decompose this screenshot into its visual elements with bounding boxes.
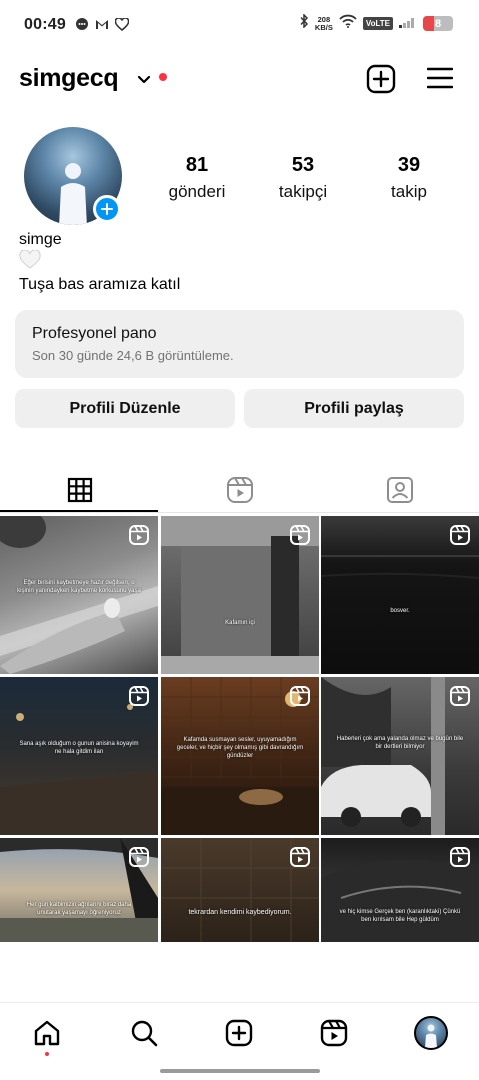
add-story-button[interactable] — [93, 195, 121, 223]
network-speed-unit: KB/S — [314, 22, 333, 32]
dashboard-subtitle: Son 30 günde 24,6 B görüntüleme. — [32, 348, 234, 363]
nav-profile[interactable] — [413, 1015, 449, 1051]
profile-avatar-small — [414, 1016, 448, 1050]
stat-posts[interactable]: 81 gönderi — [142, 154, 252, 202]
profile-bio: Tuşa bas aramıza katıl — [19, 276, 181, 293]
notification-dot — [159, 73, 167, 81]
stat-following-value: 39 — [397, 154, 421, 176]
dashboard-title: Profesyonel pano — [32, 325, 157, 342]
tile-caption: Sana aşık olduğum o gunun anisina koyayi… — [19, 741, 139, 756]
reel-badge-icon — [450, 847, 470, 872]
plus-icon — [101, 203, 113, 215]
nav-reels[interactable] — [318, 1017, 350, 1049]
heart-outline-icon — [115, 17, 129, 31]
tile-caption: tekrardan kendimi kaybediyorum. — [188, 908, 292, 916]
grid-icon — [67, 477, 93, 503]
home-activity-dot — [45, 1052, 49, 1056]
tile-caption: Eğer birisini kaybetmeye hazır değilsen,… — [17, 580, 141, 595]
share-profile-button[interactable]: Profili paylaş — [244, 389, 464, 428]
profile-header: simgecq — [0, 58, 479, 102]
wifi-icon — [339, 14, 357, 33]
stat-followers[interactable]: 53 takipçi — [248, 154, 358, 202]
profile-name: simge — [19, 231, 62, 248]
white-heart-emoji — [19, 249, 41, 275]
battery-level: 8 — [434, 17, 442, 30]
reel-badge-icon — [290, 525, 310, 550]
professional-dashboard-card[interactable]: Profesyonel pano Son 30 günde 24,6 B gör… — [15, 310, 464, 378]
gesture-home-bar[interactable] — [160, 1069, 320, 1073]
plus-square-icon[interactable] — [366, 64, 396, 99]
post-tile[interactable]: Sana aşık olduğum o gunun anisina koyayi… — [0, 677, 158, 835]
reels-nav-icon — [320, 1019, 348, 1047]
bottom-navigation — [0, 1002, 479, 1060]
reel-badge-icon — [450, 686, 470, 711]
post-tile[interactable]: Eğer birisini kaybetmeye hazır değilsen,… — [0, 516, 158, 674]
search-icon — [131, 1020, 158, 1047]
reel-badge-icon — [129, 525, 149, 550]
menu-icon[interactable] — [426, 66, 454, 95]
post-tile[interactable]: bosver. — [321, 516, 479, 674]
volte-badge: VoLTE — [362, 17, 393, 30]
reel-badge-icon — [290, 686, 310, 711]
post-tile[interactable]: Her gün kalbimizin ağrılarını biraz daha… — [0, 838, 158, 942]
chevron-down-icon[interactable] — [137, 72, 151, 90]
reel-badge-icon — [290, 847, 310, 872]
post-tile[interactable]: Kafamın içi — [161, 516, 319, 674]
nav-search[interactable] — [128, 1017, 160, 1049]
stat-posts-label: gönderi — [168, 182, 226, 201]
edit-profile-button[interactable]: Profili Düzenle — [15, 389, 235, 428]
username-switcher[interactable]: simgecq — [19, 64, 119, 93]
create-icon — [225, 1019, 253, 1047]
reel-badge-icon — [129, 686, 149, 711]
stat-following-label: takip — [391, 182, 427, 201]
post-tile[interactable]: Kafamda susmayan sesler, uyuyamadığım ge… — [161, 677, 319, 835]
stat-followers-label: takipçi — [278, 182, 328, 201]
tab-reels[interactable] — [160, 468, 320, 512]
network-speed: 208 KB/S — [314, 15, 333, 32]
tabs-divider — [0, 512, 479, 513]
reel-badge-icon — [450, 525, 470, 550]
tagged-icon — [387, 477, 413, 503]
tile-caption: Haberleri çok ama yalanda olmaz ve bugün… — [336, 736, 464, 751]
stat-followers-value: 53 — [291, 154, 315, 176]
tab-tagged[interactable] — [320, 468, 479, 512]
stat-following[interactable]: 39 takip — [354, 154, 464, 202]
status-time: 00:49 — [24, 16, 66, 33]
status-notification-icons — [75, 17, 129, 31]
tile-caption: Kafamda susmayan sesler, uyuyamadığım ge… — [176, 737, 304, 760]
home-icon — [34, 1020, 60, 1046]
tile-caption: ve hiç kimse Gerçek ben (karanlıktaki) Ç… — [339, 909, 461, 923]
status-right-icons: 208 KB/S VoLTE 8 — [299, 13, 453, 33]
reels-icon — [227, 477, 253, 503]
nav-create[interactable] — [223, 1017, 255, 1049]
status-bar: 00:49 208 KB/S VoLTE 8 — [0, 0, 479, 50]
signal-icon — [399, 15, 417, 33]
gmail-icon — [95, 17, 109, 31]
post-tile[interactable]: ve hiç kimse Gerçek ben (karanlıktaki) Ç… — [321, 838, 479, 942]
tile-caption: Kafamın içi — [225, 620, 255, 627]
tile-caption: bosver. — [390, 607, 410, 614]
tab-grid[interactable] — [0, 468, 160, 512]
battery-icon: 8 — [423, 16, 453, 31]
bluetooth-icon — [299, 13, 309, 33]
stat-posts-value: 81 — [185, 154, 209, 176]
post-tile[interactable]: Haberleri çok ama yalanda olmaz ve bugün… — [321, 677, 479, 835]
reel-badge-icon — [129, 847, 149, 872]
chat-bubble-icon — [75, 17, 89, 31]
nav-home[interactable] — [31, 1017, 63, 1049]
post-tile[interactable]: tekrardan kendimi kaybediyorum. — [161, 838, 319, 942]
tile-caption: Her gün kalbimizin ağrılarını biraz daha… — [26, 901, 132, 916]
